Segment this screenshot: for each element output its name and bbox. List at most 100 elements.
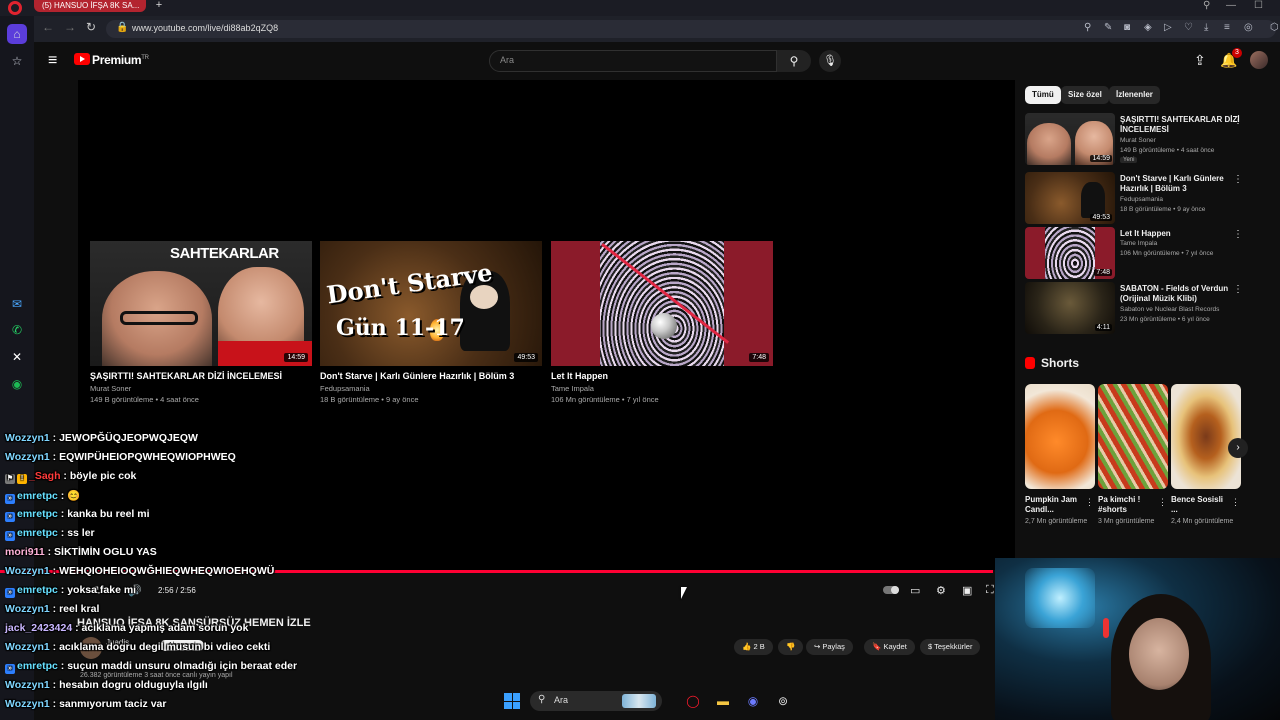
chat-username[interactable]: Wozzyn1	[5, 565, 50, 577]
endcard-channel[interactable]: Fedupsamania	[320, 384, 542, 393]
chat-username[interactable]: Wozzyn1	[5, 451, 50, 463]
save-button[interactable]: 🔖 Kaydet	[864, 639, 915, 655]
minimize-icon[interactable]: —	[1226, 0, 1236, 11]
download-icon[interactable]: ⤓	[1204, 22, 1208, 33]
play-icon[interactable]: ▷	[1164, 22, 1172, 33]
chip-for-you[interactable]: Size özel	[1061, 86, 1109, 104]
steam-icon[interactable]: ⊚	[774, 692, 792, 710]
microphone-icon[interactable]: 🎙	[819, 50, 841, 72]
chip-all[interactable]: Tümü	[1025, 86, 1061, 104]
short-title[interactable]: Pa kimchi ! #shorts	[1098, 495, 1156, 515]
folder-icon[interactable]: ▬	[714, 692, 732, 710]
chat-username[interactable]: emretpc	[17, 508, 58, 520]
chat-username[interactable]: _Sagh	[29, 470, 61, 482]
endcard-thumbnail[interactable]: SAHTEKARLAR 14:59	[90, 241, 312, 366]
endcard-channel[interactable]: Murat Soner	[90, 384, 312, 393]
autoplay-toggle[interactable]	[883, 586, 899, 594]
search-input[interactable]	[500, 55, 760, 65]
chat-username[interactable]: Wozzyn1	[5, 641, 50, 653]
recommendation-channel[interactable]: Fedupsamania	[1120, 196, 1163, 203]
endcard-channel[interactable]: Tame Impala	[551, 384, 773, 393]
youtube-logo-icon[interactable]	[74, 53, 90, 65]
endcard-video[interactable]: SAHTEKARLAR 14:59 ŞAŞIRTTI! SAHTEKARLAR …	[90, 241, 312, 404]
maximize-icon[interactable]: ☐	[1254, 0, 1263, 11]
subtitles-icon[interactable]: ▭	[910, 584, 920, 597]
windows-start-icon[interactable]	[504, 693, 520, 709]
url-field[interactable]: 🔒 www.youtube.com/live/di88ab2qZQ8 ⚲ ✎ ◙…	[106, 20, 1279, 38]
search-icon[interactable]: ⚲	[1203, 0, 1210, 11]
chat-username[interactable]: Wozzyn1	[5, 432, 50, 444]
extensions-icon[interactable]: ⬡	[1270, 22, 1279, 33]
dislike-button[interactable]: 👎	[778, 639, 804, 655]
recommendation-title[interactable]: Let It Happen	[1120, 229, 1245, 239]
recommendation-channel[interactable]: Sabaton ve Nuclear Blast Records	[1120, 306, 1219, 313]
like-button[interactable]: 👍 2 B	[734, 639, 773, 655]
upload-icon[interactable]: ⇪	[1194, 52, 1206, 69]
endcard-video[interactable]: Don't Starve Gün 11-17 49:53 Don't Starv…	[320, 241, 542, 404]
chat-username[interactable]: emretpc	[17, 660, 58, 672]
settings-gear-icon[interactable]: ⚙	[936, 584, 946, 597]
fullscreen-icon[interactable]: ⛶	[986, 584, 994, 597]
recommendation-item[interactable]: 7:48 Let It Happen Tame Impala 106 Mn gö…	[1025, 227, 1255, 279]
more-options-icon[interactable]: ⋮	[1233, 229, 1243, 240]
video-player[interactable]: SAHTEKARLAR 14:59 ŞAŞIRTTI! SAHTEKARLAR …	[78, 80, 1015, 570]
recommendation-item[interactable]: 14:59 ŞAŞIRTTI! SAHTEKARLAR DİZİ İNCELEM…	[1025, 113, 1255, 165]
home-icon[interactable]: ⌂	[7, 24, 27, 44]
zoom-icon[interactable]: ⚲	[1084, 22, 1091, 33]
plus-icon[interactable]: +	[152, 0, 166, 12]
more-options-icon[interactable]: ⋮	[1233, 284, 1243, 295]
endcard-thumbnail[interactable]: Don't Starve Gün 11-17 49:53	[320, 241, 542, 366]
opera-icon[interactable]	[8, 1, 22, 15]
menu-icon[interactable]: ≡	[1224, 22, 1230, 33]
recommendation-title[interactable]: ŞAŞIRTTI! SAHTEKARLAR DİZİ İNCELEMESİ	[1120, 115, 1245, 135]
back-icon[interactable]: ←	[42, 20, 54, 34]
chat-username[interactable]: Wozzyn1	[5, 698, 50, 710]
recommendation-thumbnail[interactable]: 7:48	[1025, 227, 1115, 279]
short-thumbnail[interactable]	[1025, 384, 1095, 489]
short-thumbnail[interactable]	[1171, 384, 1241, 489]
edit-icon[interactable]: ✎	[1104, 22, 1112, 33]
taskbar-search[interactable]: ⚲ Ara	[530, 691, 662, 711]
chat-username[interactable]: mori911	[5, 546, 45, 558]
more-options-icon[interactable]: ⋮	[1233, 174, 1243, 185]
short-title[interactable]: Pumpkin Jam Candl...	[1025, 495, 1083, 515]
short-item[interactable]: Pa kimchi ! #shorts 3 Mn görüntüleme ⋮	[1098, 384, 1168, 526]
chevron-right-icon[interactable]: ›	[1228, 438, 1248, 458]
messenger-icon[interactable]: ✉	[7, 294, 27, 314]
shield-icon[interactable]: ◈	[1144, 22, 1152, 33]
short-item[interactable]: Pumpkin Jam Candl... 2,7 Mn görüntüleme …	[1025, 384, 1095, 526]
recommendation-title[interactable]: Don't Starve | Karlı Günlere Hazırlık | …	[1120, 174, 1245, 194]
endcard-video[interactable]: 7:48 Let It Happen Tame Impala 106 Mn gö…	[551, 241, 773, 404]
camera-icon[interactable]: ◙	[1124, 22, 1130, 33]
chat-username[interactable]: emretpc	[17, 490, 58, 502]
forward-icon[interactable]: →	[64, 20, 76, 34]
chip-watched[interactable]: İzlenenler	[1109, 86, 1160, 104]
chat-username[interactable]: jack_2423424	[5, 622, 72, 634]
hamburger-menu-icon[interactable]: ≡	[48, 52, 57, 70]
endcard-title[interactable]: Let It Happen	[551, 371, 773, 381]
theater-mode-icon[interactable]: ▣	[962, 584, 972, 597]
x-icon[interactable]: ✕	[7, 347, 27, 367]
recommendation-channel[interactable]: Murat Soner	[1120, 137, 1156, 144]
short-thumbnail[interactable]	[1098, 384, 1168, 489]
avatar[interactable]	[1250, 51, 1268, 69]
more-options-icon[interactable]: ⋮	[1158, 497, 1167, 508]
recommendation-title[interactable]: SABATON - Fields of Verdun (Orijinal Müz…	[1120, 284, 1245, 304]
endcard-title[interactable]: ŞAŞIRTTI! SAHTEKARLAR DİZİ İNCELEMESİ	[90, 371, 312, 381]
thanks-button[interactable]: $ Teşekkürler	[920, 639, 981, 655]
recommendation-item[interactable]: 49:53 Don't Starve | Karlı Günlere Hazır…	[1025, 172, 1255, 224]
chat-username[interactable]: Wozzyn1	[5, 679, 50, 691]
browser-tab[interactable]: (5) HANSUO İFŞA 8K SA...	[34, 0, 146, 12]
profile-icon[interactable]: ◎	[1244, 22, 1253, 33]
short-title[interactable]: Bence Sosisli ...	[1171, 495, 1229, 515]
reload-icon[interactable]: ↻	[86, 20, 96, 34]
more-options-icon[interactable]: ⋮	[1085, 497, 1094, 508]
whatsapp-icon[interactable]: ✆	[7, 320, 27, 340]
recommendation-channel[interactable]: Tame Impala	[1120, 240, 1157, 247]
share-button[interactable]: ↪ Paylaş	[806, 639, 853, 655]
endcard-title[interactable]: Don't Starve | Karlı Günlere Hazırlık | …	[320, 371, 542, 381]
more-options-icon[interactable]: ⋮	[1233, 115, 1243, 126]
recommendation-thumbnail[interactable]: 4:11	[1025, 282, 1115, 334]
recommendation-thumbnail[interactable]: 49:53	[1025, 172, 1115, 224]
heart-icon[interactable]: ♡	[1184, 22, 1193, 33]
